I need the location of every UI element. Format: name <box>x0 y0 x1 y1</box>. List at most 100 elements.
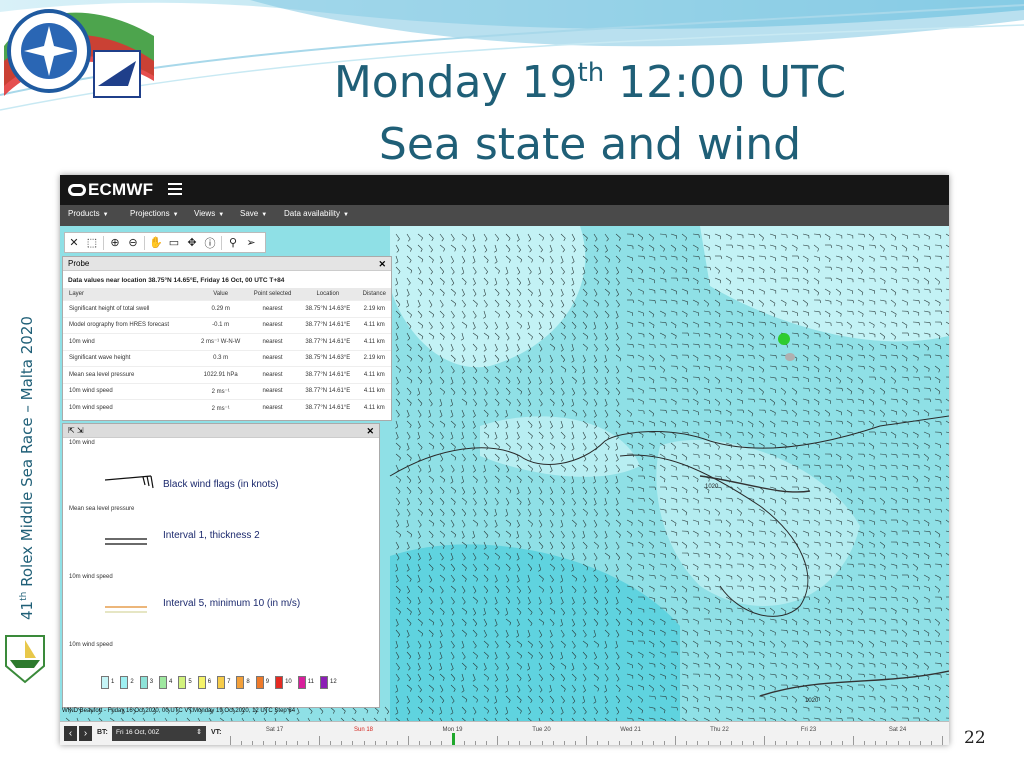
info-icon[interactable]: ⓘ <box>202 235 218 251</box>
timeline-day-label[interactable]: Wed 21 <box>620 727 641 733</box>
timeline-day-label[interactable]: Sat 24 <box>889 727 906 733</box>
close-tool-icon[interactable]: ✕ <box>66 235 82 251</box>
box-zoom-icon[interactable]: ▭ <box>166 235 182 251</box>
probe-location-marker[interactable] <box>778 333 790 345</box>
timeline-tick <box>463 741 465 745</box>
table-row: Model orography from HRES forecast -0.1 m… <box>63 316 391 334</box>
beaufort-value: 4 <box>169 679 173 685</box>
table-cell: Mean sea level pressure <box>63 366 195 383</box>
table-cell: Model orography from HRES forecast <box>63 316 195 334</box>
valid-time-timeline[interactable] <box>230 736 943 745</box>
marker-shadow <box>785 353 795 361</box>
move-icon[interactable]: ✥ <box>184 235 200 251</box>
close-icon[interactable]: ✕ <box>366 424 374 438</box>
timeline-tick <box>285 741 287 745</box>
toolbar-divider <box>103 235 104 250</box>
close-icon[interactable]: ✕ <box>378 257 386 271</box>
zoom-out-icon[interactable]: ⊖ <box>125 235 141 251</box>
beaufort-value: 9 <box>265 679 270 685</box>
table-row: Significant wave height 0.3 m nearest 38.75… <box>63 349 391 367</box>
menu-data-availability[interactable]: Data availability ▼ <box>284 209 349 218</box>
app-topbar: ECMWF <box>60 175 949 205</box>
table-header-row: Layer Value Point selected Location Dist… <box>63 288 391 301</box>
timeline-tick <box>241 741 243 745</box>
timeline-tick <box>430 741 432 745</box>
timeline-tick <box>296 741 298 745</box>
timeline-tick <box>474 741 476 745</box>
menu-views[interactable]: Views ▼ <box>194 209 224 218</box>
legend-layer-name: Mean sea level pressure <box>69 506 135 512</box>
beaufort-value: 3 <box>149 679 154 685</box>
timeline-day-label[interactable]: Fri 23 <box>801 727 816 733</box>
pan-hand-icon[interactable]: ✋ <box>148 235 164 251</box>
timeline-tick <box>552 741 554 745</box>
timeline-tick <box>641 741 643 745</box>
table-cell: 2.19 km <box>357 349 391 367</box>
timeline-tick <box>808 741 810 745</box>
beaufort-value: 11 <box>307 679 315 685</box>
timeline-tick <box>374 741 376 745</box>
timeline-tick <box>908 741 910 745</box>
slide-title: Monday 19th 12:00 UTC Sea state and wind <box>260 42 920 176</box>
side-caption-superscript: th <box>19 591 29 601</box>
table-cell: 10m wind <box>63 333 195 350</box>
probe-header: Probe ✕ <box>63 257 391 271</box>
previous-step-button[interactable]: ‹ <box>64 726 77 741</box>
rolex-race-logo <box>5 635 45 684</box>
pin-icon[interactable]: ⚲ <box>225 235 241 251</box>
beaufort-swatch <box>178 676 187 689</box>
map-toolbar: ✕ ⬚ ⊕ ⊖ ✋ ▭ ✥ ⓘ ⚲ ➢ <box>64 232 266 253</box>
timeline-tick <box>875 741 877 745</box>
next-step-button[interactable]: › <box>79 726 92 741</box>
menu-products[interactable]: Products ▼ <box>68 209 109 218</box>
table-cell: Significant wave height <box>63 349 195 367</box>
table-cell: 2.19 km <box>357 300 391 317</box>
menu-save-label: Save <box>240 209 259 218</box>
brand-text: ECMWF <box>88 180 154 199</box>
organization-logos <box>4 9 154 98</box>
title-time: 12:00 UTC <box>604 57 847 108</box>
timeline-day-label[interactable]: Sun 18 <box>354 727 373 733</box>
legend-panel: ⇱ ⇲ ✕ 10m wind Black wind flags (in knot… <box>62 423 380 708</box>
timeline-tick <box>385 741 387 745</box>
base-time-select[interactable]: Fri 16 Oct, 00Z ⇕ <box>112 726 206 741</box>
beaufort-swatch <box>297 676 306 689</box>
menu-projections[interactable]: Projections ▼ <box>130 209 179 218</box>
timeline-tick <box>864 741 866 745</box>
base-time-value: Fri 16 Oct, 00Z <box>116 729 160 736</box>
toolbar-divider <box>144 235 145 250</box>
timeline-tick <box>319 736 320 745</box>
beaufort-swatch <box>236 676 245 689</box>
table-row: Mean sea level pressure 1022.91 hPa neares… <box>63 366 391 383</box>
hamburger-menu-icon[interactable] <box>168 183 182 195</box>
legend-layer-name: 10m wind speed <box>69 642 113 648</box>
beaufort-swatch <box>217 676 226 689</box>
table-cell: 10m wind speed <box>63 399 195 416</box>
beaufort-value: 8 <box>246 679 250 685</box>
timeline-day-label[interactable]: Sat 17 <box>266 727 283 733</box>
timeline-tick <box>930 741 932 745</box>
table-cell: 10m wind speed <box>63 382 195 400</box>
timeline-tick <box>263 741 265 745</box>
bt-label: BT: <box>97 729 108 736</box>
zoom-in-icon[interactable]: ⊕ <box>107 235 123 251</box>
table-cell: 2 ms⁻¹ W-N-W <box>194 333 248 350</box>
timeline-tick <box>853 736 854 745</box>
beaufort-swatch <box>275 676 284 689</box>
table-cell: 38.75°N 14.63°E <box>298 349 358 367</box>
menu-save[interactable]: Save ▼ <box>240 209 267 218</box>
page-number: 22 <box>964 728 986 748</box>
timeline-tick <box>786 741 788 745</box>
title-superscript: th <box>577 58 605 88</box>
beaufort-swatch <box>120 676 129 689</box>
measure-icon[interactable]: ➢ <box>243 235 259 251</box>
valid-time-cursor[interactable] <box>451 733 455 745</box>
timeline-day-label[interactable]: Thu 22 <box>710 727 729 733</box>
timeline-day-label[interactable]: Tue 20 <box>532 727 550 733</box>
timeline-tick <box>408 736 409 745</box>
ecmwf-brand[interactable]: ECMWF <box>68 180 153 200</box>
column-header: Location <box>298 288 358 301</box>
legend-resize-icon[interactable]: ⇱ ⇲ <box>68 426 84 435</box>
select-box-icon[interactable]: ⬚ <box>84 235 100 251</box>
table-cell: nearest <box>247 349 298 367</box>
